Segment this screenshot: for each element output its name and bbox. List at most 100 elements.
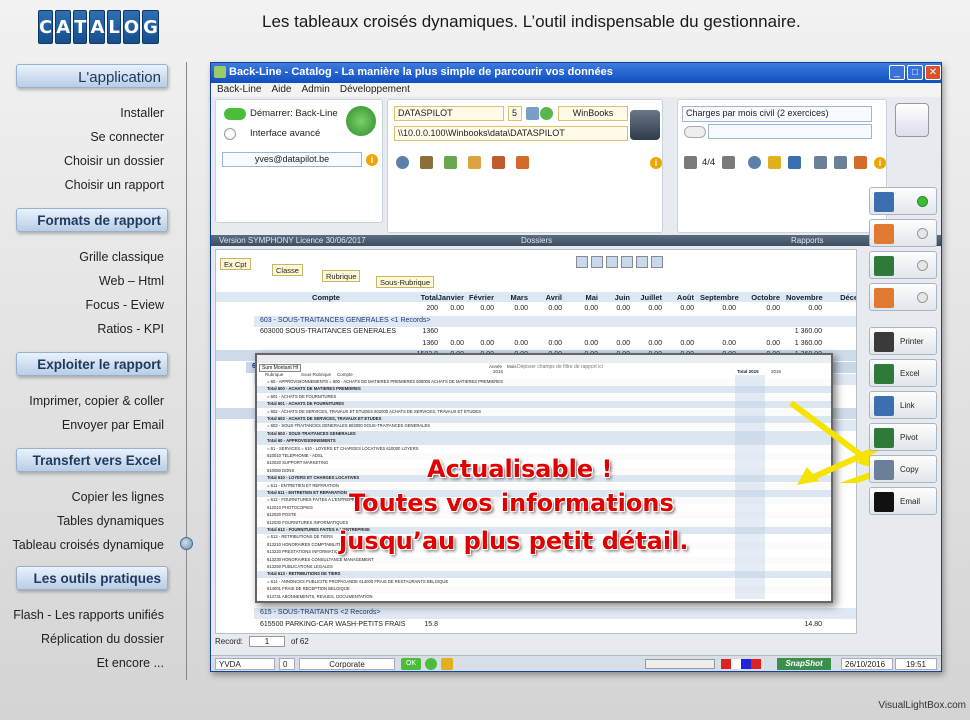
- table-row[interactable]: 200 0.00 0.00 0.00 0.00 0.00 0.00 0.00 0.00 0.00 0…: [216, 304, 856, 315]
- tree-icon[interactable]: [834, 156, 847, 169]
- home-icon[interactable]: [788, 156, 801, 169]
- language-flags[interactable]: [721, 659, 761, 669]
- column-header-cell[interactable]: Compte: [306, 293, 346, 302]
- table-row[interactable]: 615500 PARKING-CAR WASH-PETITS FRAIS 15.8…: [216, 620, 856, 631]
- arrow-right-icon[interactable]: [722, 156, 735, 169]
- ok-button[interactable]: OK: [401, 658, 421, 670]
- collapse-icon[interactable]: [591, 256, 603, 268]
- database-icon[interactable]: [420, 156, 433, 169]
- action-button-copy[interactable]: Copy: [869, 455, 937, 483]
- reload-icon[interactable]: [396, 156, 409, 169]
- column-header-cell[interactable]: Novembre: [786, 293, 823, 302]
- column-header-cell[interactable]: Mai: [562, 293, 598, 302]
- column-header-cell[interactable]: Déce: [822, 293, 856, 302]
- sidebar-item[interactable]: Tableau croisés dynamique: [13, 538, 164, 552]
- sidebar-item[interactable]: Focus - Eview: [86, 298, 165, 312]
- group-tab[interactable]: Classe: [272, 264, 303, 276]
- sidebar-item[interactable]: Ratios - KPI: [97, 322, 164, 336]
- sidebar-item[interactable]: Réplication du dossier: [41, 632, 164, 646]
- record-number[interactable]: 1: [249, 636, 285, 647]
- action-button-pivot[interactable]: Pivot: [869, 423, 937, 451]
- report-chart-icon[interactable]: [895, 103, 929, 137]
- table-row[interactable]: 603000 SOUS-TRAITANCES GENERALES 1360 1 36…: [216, 327, 856, 338]
- sidebar-item[interactable]: Choisir un dossier: [64, 154, 164, 168]
- sidebar-item[interactable]: Imprimer, copier & coller: [29, 394, 164, 408]
- action-button-link[interactable]: Link: [869, 391, 937, 419]
- paint-icon[interactable]: [516, 156, 529, 169]
- grid-view-button[interactable]: [869, 187, 937, 215]
- sheet-row-label: = 602 - ACHATS DE SERVICES, TRAVAUX ET E…: [267, 408, 481, 414]
- info-icon[interactable]: i: [874, 157, 886, 169]
- menu-item[interactable]: Aide: [271, 84, 291, 96]
- row-field[interactable]: Compte: [337, 372, 353, 377]
- sidebar-item[interactable]: Tables dynamiques: [57, 514, 164, 528]
- report-name[interactable]: Charges par mois civil (2 exercices): [682, 106, 872, 122]
- start-toggle[interactable]: [224, 108, 246, 120]
- sidebar-item[interactable]: Copier les lignes: [72, 490, 164, 504]
- sidebar-item[interactable]: Choisir un rapport: [65, 178, 164, 192]
- refresh-icon[interactable]: [526, 107, 539, 120]
- sidebar-item[interactable]: Et encore ...: [97, 656, 164, 670]
- sidebar-item[interactable]: Se connecter: [90, 130, 164, 144]
- column-header-cell[interactable]: Février: [458, 293, 494, 302]
- sidebar-item[interactable]: Envoyer par Email: [62, 418, 164, 432]
- html-view-button[interactable]: [869, 219, 937, 247]
- sidebar-item[interactable]: Grille classique: [79, 250, 164, 264]
- row-field[interactable]: Rubrique: [265, 372, 283, 377]
- paint-icon[interactable]: [854, 156, 867, 169]
- minimize-button[interactable]: _: [889, 65, 905, 80]
- dossier-name[interactable]: DATASPILOT: [394, 106, 504, 121]
- sidebar-item[interactable]: Installer: [120, 106, 164, 120]
- grid-toolbar: [576, 256, 696, 270]
- sidebar-item[interactable]: Flash - Les rapports unifiés: [13, 608, 164, 622]
- arrow-left-icon[interactable]: [684, 156, 697, 169]
- group-tab[interactable]: Ex Cpt: [220, 258, 251, 270]
- folder-icon[interactable]: [630, 110, 660, 140]
- menu-item[interactable]: Back-Line: [217, 84, 261, 96]
- reload-icon[interactable]: [748, 156, 761, 169]
- menu-item[interactable]: Développement: [340, 84, 410, 96]
- group-tab[interactable]: Sous-Rubrique: [376, 276, 435, 288]
- table-icon[interactable]: [621, 256, 633, 268]
- tools-icon[interactable]: [492, 156, 505, 169]
- table-row[interactable]: 603 - SOUS-TRAITANCES GENERALES <1 Recor…: [254, 315, 856, 327]
- nav-arrows[interactable]: [645, 659, 715, 669]
- action-label: Copy: [900, 465, 919, 474]
- expand-icon[interactable]: [576, 256, 588, 268]
- check-icon[interactable]: [540, 107, 553, 120]
- group-tab[interactable]: Rubrique: [322, 270, 361, 282]
- person-icon[interactable]: [346, 106, 376, 136]
- maximize-button[interactable]: □: [907, 65, 923, 80]
- column-header-cell[interactable]: Juin: [594, 293, 630, 302]
- export-icon[interactable]: [444, 156, 457, 169]
- calendar-icon[interactable]: [468, 156, 481, 169]
- star-icon[interactable]: [768, 156, 781, 169]
- menu-item[interactable]: Admin: [301, 84, 329, 96]
- html-export-button[interactable]: [869, 283, 937, 311]
- action-button-email[interactable]: Email: [869, 487, 937, 515]
- table-row[interactable]: 615 - SOUS-TRAITANTS <2 Records>: [254, 608, 856, 619]
- report-detail-field[interactable]: [708, 124, 872, 139]
- sidebar-item[interactable]: Web – Html: [99, 274, 164, 288]
- column-header-cell[interactable]: Septembre: [700, 293, 739, 302]
- report-toggle[interactable]: [684, 126, 706, 138]
- column-header-cell[interactable]: Mars: [492, 293, 528, 302]
- close-button[interactable]: ✕: [925, 65, 941, 80]
- row-field[interactable]: Sous-Rubrique: [301, 372, 331, 377]
- list-icon[interactable]: [814, 156, 827, 169]
- column-header-cell[interactable]: Juillet: [626, 293, 662, 302]
- advanced-radio[interactable]: [224, 128, 236, 140]
- column-header-cell[interactable]: Août: [658, 293, 694, 302]
- filter-icon[interactable]: [651, 256, 663, 268]
- info-icon[interactable]: i: [366, 154, 378, 166]
- column-header-cell[interactable]: Avril: [526, 293, 562, 302]
- table-row[interactable]: 1360 0.00 0.00 0.00 0.00 0.00 0.00 0.00 0.00 0.00…: [216, 339, 856, 350]
- action-button-excel[interactable]: Excel: [869, 359, 937, 387]
- column-icon[interactable]: [606, 256, 618, 268]
- pin-icon[interactable]: [636, 256, 648, 268]
- col-field[interactable]: Mois: [507, 364, 517, 369]
- column-header-cell[interactable]: Octobre: [744, 293, 780, 302]
- action-button-printer[interactable]: Printer: [869, 327, 937, 355]
- xlsx-view-button[interactable]: [869, 251, 937, 279]
- info-icon[interactable]: i: [650, 157, 662, 169]
